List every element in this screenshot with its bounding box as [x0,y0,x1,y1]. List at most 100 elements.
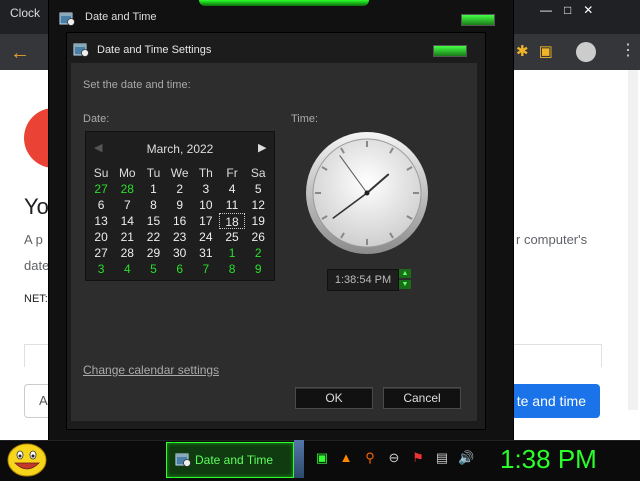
calendar-day[interactable]: 1 [219,245,245,261]
calendar-day[interactable]: 17 [193,213,219,229]
search-icon[interactable]: ⚲ [362,450,378,466]
calendar-day[interactable]: 7 [193,261,219,277]
calendar-grid: Su Mo Tu We Th Fr Sa 27 28 1 2 3 4 5 6 7 8 9 10 11 12 13 14 15 1… [88,165,272,277]
calendar-day[interactable]: 23 [167,229,193,245]
calendar-day[interactable]: 25 [219,229,245,245]
page-paragraph-line2: date [24,258,50,273]
calendar-day[interactable]: 6 [167,261,193,277]
time-input[interactable]: 1:38:54 PM [327,269,399,291]
close-button[interactable] [461,14,495,26]
calendar-day[interactable]: 5 [245,181,271,197]
calendar[interactable]: ◀ March, 2022 ▶ Su Mo Tu We Th Fr Sa 27 28 1 2 3 4 5 6… [85,131,275,281]
ok-button[interactable]: OK [295,387,373,409]
calendar-day[interactable]: 11 [219,197,245,213]
time-spinner[interactable]: ▲ ▼ [399,269,411,289]
calendar-day[interactable]: 7 [114,197,140,213]
calendar-day[interactable]: 9 [245,261,271,277]
calendar-day[interactable]: 2 [245,245,271,261]
calendar-week-row: 27 28 29 30 31 1 2 [88,245,272,261]
extension-icons[interactable]: ✱▣ [516,42,563,60]
weekday-label: Sa [250,166,266,180]
calendar-day[interactable]: 4 [219,181,245,197]
calendar-day[interactable]: 10 [193,197,219,213]
taskbar-date-time-button[interactable]: Date and Time [166,442,294,478]
calendar-day[interactable]: 26 [245,229,271,245]
calendar-day[interactable]: 29 [140,245,166,261]
calendar-day[interactable]: 9 [167,197,193,213]
minus-icon[interactable]: ⊖ [386,450,402,466]
calendar-clock-icon [175,453,191,467]
title-glow [199,0,369,6]
calendar-day[interactable]: 30 [167,245,193,261]
calendar-day[interactable]: 4 [114,261,140,277]
calendar-day[interactable]: 27 [88,245,114,261]
browser-scrollbar[interactable] [628,70,638,410]
profile-avatar[interactable] [576,42,596,62]
calendar-day[interactable]: 8 [219,261,245,277]
calendar-day[interactable]: 27 [88,181,114,197]
calendar-week-row: 13 14 15 16 17 18 19 [88,213,272,229]
calendar-day[interactable]: 13 [88,213,114,229]
calendar-day[interactable]: 6 [88,197,114,213]
calendar-day[interactable]: 19 [245,213,271,229]
calendar-day-today[interactable]: 18 [218,213,246,229]
back-arrow-icon[interactable]: ← [10,42,30,65]
calendar-day[interactable]: 22 [140,229,166,245]
calendar-day[interactable]: 16 [167,213,193,229]
dialog-title: Date and Time Settings [97,44,212,56]
net-label: NET: [24,293,48,305]
calendar-month-label[interactable]: March, 2022 [86,142,274,156]
spin-down-icon[interactable]: ▼ [399,280,411,289]
calendar-day[interactable]: 12 [245,197,271,213]
taskbar-clock[interactable]: 1:38 PM [500,444,597,475]
calendar-week-row: 20 21 22 23 24 25 26 [88,229,272,245]
window-controls[interactable]: —□✕ [540,3,605,17]
date-label: Date: [83,113,110,125]
volume-icon[interactable]: 🔊 [458,450,474,466]
calendar-header: ◀ March, 2022 ▶ [86,132,274,164]
dialog-close-button[interactable] [433,45,467,57]
analog-clock [306,132,428,254]
taskbar-button-label: Date and Time [195,453,274,467]
calendar-week-row: 6 7 8 9 10 11 12 [88,197,272,213]
instruction-text: Set the date and time: [83,79,191,91]
flag-icon[interactable]: ⚑ [410,450,426,466]
calendar-day[interactable]: 28 [114,245,140,261]
calendar-day[interactable]: 14 [114,213,140,229]
weekday-label: Su [93,166,109,180]
calendar-clock-icon [59,12,75,26]
system-tray: ▣ ▲ ⚲ ⊖ ⚑ ▤ 🔊 [314,450,474,470]
calendar-day[interactable]: 15 [140,213,166,229]
menu-kebab-icon[interactable]: ⋮ [620,40,636,60]
vlc-icon[interactable]: ▲ [338,450,354,466]
cancel-button[interactable]: Cancel [383,387,461,409]
calendar-day[interactable]: 3 [193,181,219,197]
calendar-week-row: 27 28 1 2 3 4 5 [88,181,272,197]
dialog-body: Set the date and time: Date: Time: ◀ Mar… [71,63,477,421]
calendar-day[interactable]: 5 [140,261,166,277]
calendar-day[interactable]: 21 [114,229,140,245]
page-paragraph-right: r computer's [516,232,588,247]
next-month-arrow-icon[interactable]: ▶ [258,141,266,154]
calendar-day[interactable]: 3 [88,261,114,277]
calendar-day[interactable]: 28 [114,181,140,197]
terminal-icon[interactable]: ▣ [314,450,330,466]
calendar-day[interactable]: 24 [193,229,219,245]
network-icon[interactable]: ▤ [434,450,450,466]
taskbar-divider [294,440,304,478]
calendar-day[interactable]: 20 [88,229,114,245]
spin-up-icon[interactable]: ▲ [399,269,411,278]
calendar-day[interactable]: 2 [167,181,193,197]
change-calendar-settings-link[interactable]: Change calendar settings [83,363,219,377]
primary-button-label: te and time [516,393,586,409]
calendar-day[interactable]: 31 [193,245,219,261]
browser-tab[interactable]: Clock [10,6,40,20]
calendar-weekday-row: Su Mo Tu We Th Fr Sa [88,165,272,181]
window-title: Date and Time [85,11,157,23]
weekday-label: Mo [118,166,136,180]
date-time-settings-dialog: Date and Time Settings Set the date and … [66,32,486,430]
start-smiley-icon[interactable] [6,442,48,478]
calendar-day[interactable]: 1 [140,181,166,197]
calendar-day[interactable]: 8 [140,197,166,213]
calendar-week-row: 3456789 [88,261,272,277]
